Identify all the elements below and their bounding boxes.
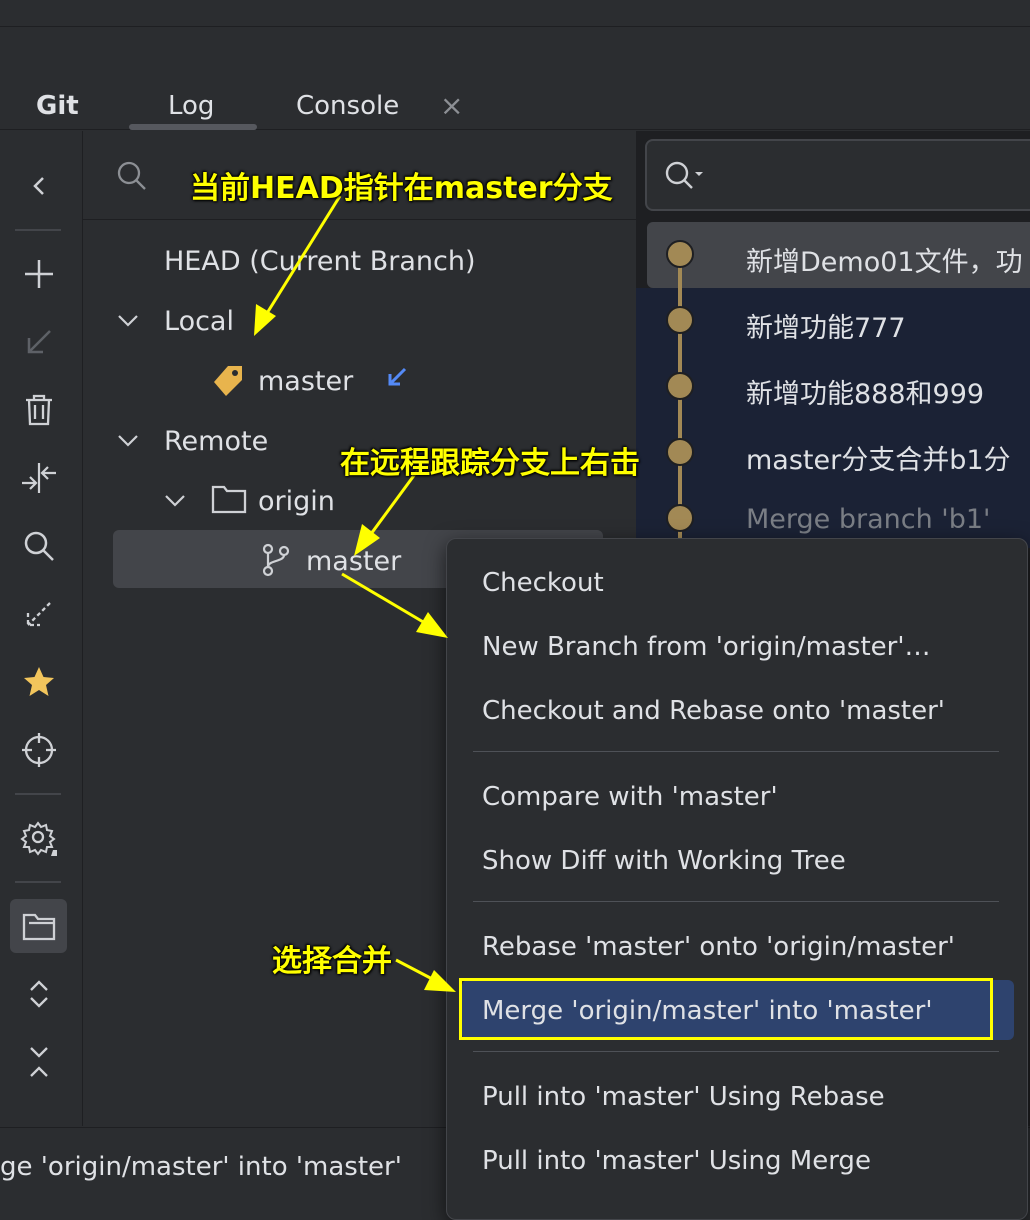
commit-graph-node bbox=[666, 372, 694, 400]
search-icon bbox=[117, 161, 146, 190]
remote-branches-node[interactable]: Remote bbox=[164, 426, 268, 457]
tag-icon bbox=[214, 366, 242, 396]
annotation-highlight-box bbox=[459, 978, 993, 1040]
commit-graph-node bbox=[666, 306, 694, 334]
menu-item-rebase[interactable]: Rebase 'master' onto 'origin/master' bbox=[482, 932, 955, 962]
group-by-directory-toggle[interactable] bbox=[10, 899, 67, 953]
commit-graph-node bbox=[666, 504, 694, 532]
annotation-head-note: 当前HEAD指针在master分支 bbox=[190, 171, 613, 206]
local-branch-master[interactable]: master bbox=[258, 366, 353, 397]
commit-message[interactable]: 新增Demo01文件，功 bbox=[746, 240, 1023, 279]
favorite-star-icon[interactable] bbox=[20, 663, 58, 701]
menu-separator bbox=[473, 901, 999, 902]
menu-item-pull-merge[interactable]: Pull into 'master' Using Merge bbox=[482, 1146, 871, 1176]
menu-item-show-diff[interactable]: Show Diff with Working Tree bbox=[482, 846, 846, 876]
remote-origin-node[interactable]: origin bbox=[258, 486, 335, 517]
menu-item-compare[interactable]: Compare with 'master' bbox=[482, 782, 778, 812]
menu-separator bbox=[473, 751, 999, 752]
menu-item-pull-rebase[interactable]: Pull into 'master' Using Rebase bbox=[482, 1082, 885, 1112]
search-icon[interactable] bbox=[20, 527, 58, 565]
commit-message[interactable]: 新增功能888和999 bbox=[746, 372, 984, 411]
tab-git-title: Git bbox=[36, 91, 79, 121]
settings-icon[interactable] bbox=[20, 819, 58, 857]
annotation-merge-note: 选择合并 bbox=[272, 944, 392, 979]
head-current-branch[interactable]: HEAD (Current Branch) bbox=[164, 246, 476, 277]
status-text: ge 'origin/master' into 'master' bbox=[0, 1152, 402, 1182]
chevron-down-icon[interactable] bbox=[116, 428, 140, 452]
group-by-directory-icon bbox=[22, 913, 56, 941]
toolbar-separator bbox=[15, 881, 61, 883]
expand-icon[interactable] bbox=[20, 975, 58, 1013]
delete-icon[interactable] bbox=[20, 391, 58, 429]
tab-console[interactable]: Console bbox=[296, 91, 399, 121]
collapse-left-icon[interactable] bbox=[20, 167, 58, 205]
menu-item-checkout[interactable]: Checkout bbox=[482, 568, 604, 598]
incoming-arrow-icon bbox=[388, 367, 407, 386]
annotation-remote-note: 在远程跟踪分支上右击 bbox=[340, 446, 640, 481]
update-icon[interactable] bbox=[20, 595, 58, 633]
toolbar-separator bbox=[15, 229, 61, 231]
merge-arrows-icon[interactable] bbox=[20, 459, 58, 497]
folder-icon bbox=[211, 485, 247, 514]
left-toolbar bbox=[0, 131, 83, 1126]
tab-log[interactable]: Log bbox=[168, 91, 214, 121]
commit-message[interactable]: master分支合并b1分 bbox=[746, 438, 1011, 477]
add-icon[interactable] bbox=[20, 255, 58, 293]
chevron-down-icon[interactable] bbox=[163, 488, 187, 512]
menu-separator bbox=[473, 1051, 999, 1052]
commit-message[interactable]: 新增功能777 bbox=[746, 306, 906, 345]
remote-branch-master[interactable]: master bbox=[306, 546, 401, 577]
active-tab-indicator bbox=[129, 124, 257, 130]
commit-graph-node bbox=[666, 240, 694, 268]
locate-icon[interactable] bbox=[20, 731, 58, 769]
toolbar-separator bbox=[15, 793, 61, 795]
checkout-arrow-icon[interactable] bbox=[20, 323, 58, 361]
menu-item-new-branch[interactable]: New Branch from 'origin/master'… bbox=[482, 632, 931, 662]
local-branches-node[interactable]: Local bbox=[164, 306, 234, 337]
title-bar bbox=[0, 0, 1030, 27]
menu-item-checkout-rebase[interactable]: Checkout and Rebase onto 'master' bbox=[482, 696, 945, 726]
commit-message[interactable]: Merge branch 'b1' bbox=[746, 504, 990, 535]
close-tab-icon[interactable]: × bbox=[440, 89, 463, 122]
search-with-options-icon bbox=[665, 161, 703, 189]
tool-window-tabbar: Git Log Console × bbox=[0, 27, 1030, 130]
branch-icon bbox=[262, 543, 290, 577]
log-search-field[interactable] bbox=[645, 139, 1030, 211]
commit-graph-node bbox=[666, 438, 694, 466]
collapse-icon[interactable] bbox=[20, 1043, 58, 1081]
chevron-down-icon[interactable] bbox=[116, 308, 140, 332]
